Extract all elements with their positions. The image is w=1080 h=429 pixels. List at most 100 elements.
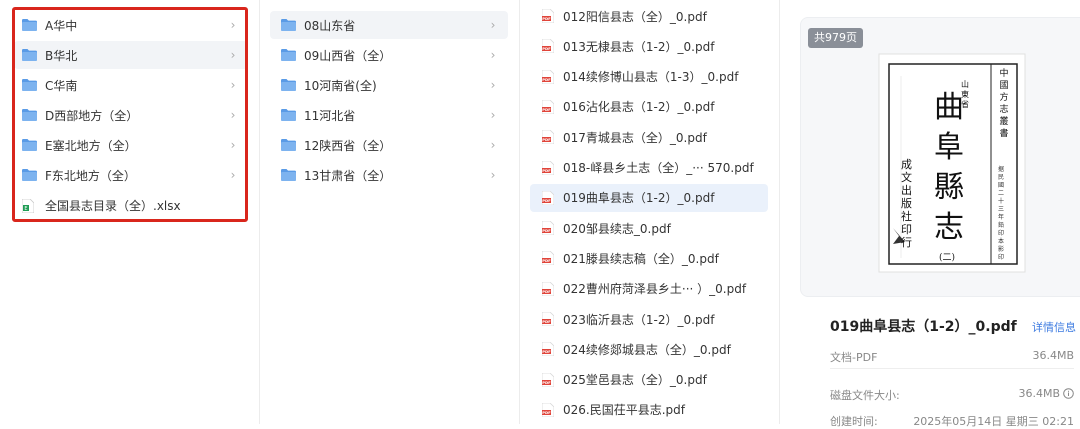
book-small-note: 据民國二十三年鉛印本影印	[998, 166, 1005, 261]
column-divider	[779, 0, 780, 424]
pdf-file-icon: PDF	[541, 69, 555, 84]
item-label: 014续修博山县志（1-3）_0.pdf	[563, 70, 739, 85]
svg-text:PDF: PDF	[542, 46, 551, 51]
book-series-text: 中國方志叢書	[999, 69, 1009, 139]
pdf-file-item[interactable]: PDF 023临沂县志（1-2）_0.pdf	[530, 305, 768, 333]
disk-size-value: 36.4MB	[1018, 387, 1060, 400]
folder-item[interactable]: C华南 ›	[14, 71, 248, 99]
chevron-right-icon: ›	[230, 108, 236, 122]
item-label: 019曲阜县志（1-2）_0.pdf	[563, 191, 715, 206]
excel-file-icon: E	[21, 198, 37, 214]
item-label: 08山东省	[304, 18, 356, 33]
svg-text:PDF: PDF	[542, 168, 551, 173]
item-label: 024续修郯城县志（全）_0.pdf	[563, 342, 731, 357]
column-files: PDF 012阳信县志（全）_0.pdf PDF 013无棣县志（1-2）_0.pdf…	[520, 0, 778, 424]
preview-card[interactable]: 共979页 中國方志叢書 据民國二十三年鉛印本影印 山東省 曲 阜 縣 志 (二…	[800, 17, 1080, 297]
book-title-char: 曲	[934, 90, 964, 125]
pdf-file-item[interactable]: PDF 019曲阜县志（1-2）_0.pdf	[530, 183, 768, 212]
svg-text:PDF: PDF	[542, 349, 551, 354]
item-label: 018-峄县乡土志（全）_··· 570.pdf	[563, 161, 754, 175]
folder-item[interactable]: 12陕西省（全） ›	[270, 131, 508, 159]
pdf-file-icon: PDF	[541, 129, 555, 145]
pdf-file-item[interactable]: PDF 018-峄县乡土志（全）_··· 570.pdf	[530, 154, 768, 182]
folder-item[interactable]: F东北地方（全） ›	[14, 161, 248, 189]
column-shandong-parent: 08山东省 › 09山西省（全） › 10河南省(全) › 11河北省 › 12陕西省（全） › 1…	[260, 0, 518, 424]
item-label: C华南	[45, 78, 78, 93]
pdf-file-item[interactable]: PDF 026.民国茌平县志.pdf	[530, 396, 768, 424]
info-icon[interactable]	[1063, 388, 1074, 399]
disk-size-value-wrap: 36.4MB	[1018, 387, 1074, 400]
pdf-file-item[interactable]: PDF 014续修博山县志（1-3）_0.pdf	[530, 63, 768, 91]
chevron-right-icon: ›	[230, 168, 236, 182]
folder-icon	[281, 49, 296, 61]
item-label: 021滕县续志稿（全）_0.pdf	[563, 251, 719, 266]
pdf-file-item[interactable]: PDF 021滕县续志稿（全）_0.pdf	[530, 244, 768, 272]
folder-item[interactable]: 08山东省 ›	[270, 11, 508, 39]
disk-size-label: 磁盘文件大小:	[830, 389, 900, 402]
folder-icon	[281, 139, 296, 151]
file-item-xlsx[interactable]: E 全国县志目录（全）.xlsx	[14, 191, 248, 219]
folder-item[interactable]: D西部地方（全） ›	[14, 101, 248, 129]
pdf-file-item[interactable]: PDF 017青城县志（全）_0.pdf	[530, 123, 768, 151]
file-type-size: 36.4MB	[1032, 349, 1074, 362]
file-title: 019曲阜县志（1-2）_0.pdf	[830, 319, 1017, 335]
folder-item[interactable]: 09山西省（全） ›	[270, 41, 508, 69]
item-label: A华中	[45, 18, 78, 33]
folder-item[interactable]: B华北 ›	[14, 41, 248, 69]
folder-icon	[281, 19, 296, 31]
chevron-right-icon: ›	[490, 78, 496, 92]
svg-text:PDF: PDF	[542, 16, 551, 21]
pdf-file-icon: PDF	[541, 38, 555, 54]
folder-item[interactable]: 10河南省(全) ›	[270, 71, 508, 99]
meta-separator	[830, 368, 1074, 369]
pdf-file-icon: PDF	[541, 250, 555, 266]
detail-info-link[interactable]: 详情信息	[1032, 319, 1076, 335]
svg-text:PDF: PDF	[542, 107, 551, 112]
chevron-right-icon: ›	[230, 18, 236, 32]
pdf-file-item[interactable]: PDF 016沾化县志（1-2）_0.pdf	[530, 93, 768, 121]
item-label: 025堂邑县志（全）_0.pdf	[563, 373, 707, 388]
svg-text:PDF: PDF	[542, 198, 551, 203]
svg-text:PDF: PDF	[542, 137, 551, 142]
chevron-right-icon: ›	[490, 18, 496, 32]
svg-text:PDF: PDF	[542, 410, 551, 415]
pdf-file-icon: PDF	[541, 220, 555, 236]
item-label: 09山西省（全）	[304, 48, 392, 63]
item-label: D西部地方（全）	[45, 108, 139, 123]
book-publisher: 成文出版社印行	[901, 158, 912, 249]
chevron-right-icon: ›	[490, 168, 496, 182]
book-title-char: 阜	[934, 130, 964, 165]
pdf-file-item[interactable]: PDF 022曹州府菏泽县乡土··· ）_0.pdf	[530, 275, 768, 303]
item-label: 012阳信县志（全）_0.pdf	[563, 9, 707, 24]
pdf-file-item[interactable]: PDF 020邹县续志_0.pdf	[530, 214, 768, 242]
svg-text:PDF: PDF	[542, 380, 551, 385]
folder-item[interactable]: A华中 ›	[14, 11, 248, 39]
folder-icon	[281, 79, 296, 91]
svg-text:PDF: PDF	[542, 77, 551, 82]
folder-icon	[281, 169, 296, 181]
pdf-file-icon: PDF	[541, 402, 555, 418]
pdf-file-item[interactable]: PDF 025堂邑县志（全）_0.pdf	[530, 366, 768, 394]
book-big-title: 曲 阜 縣 志	[933, 88, 965, 248]
folder-icon	[22, 139, 37, 151]
pdf-file-item[interactable]: PDF 024续修郯城县志（全）_0.pdf	[530, 335, 768, 363]
pdf-file-icon: PDF	[541, 341, 555, 357]
book-volume: (二)	[939, 253, 956, 263]
pdf-file-icon: PDF	[541, 372, 555, 387]
page-count-badge: 共979页	[808, 28, 863, 48]
svg-text:PDF: PDF	[542, 319, 551, 324]
item-label: 022曹州府菏泽县乡土··· ）_0.pdf	[563, 282, 747, 297]
pdf-file-item[interactable]: PDF 012阳信县志（全）_0.pdf	[530, 2, 768, 30]
folder-item[interactable]: 13甘肃省（全） ›	[270, 161, 508, 189]
svg-text:E: E	[24, 206, 27, 212]
pdf-file-icon: PDF	[541, 311, 555, 327]
folder-icon	[22, 109, 37, 121]
folder-item[interactable]: 11河北省 ›	[270, 101, 508, 129]
item-label: 10河南省(全)	[304, 78, 377, 93]
item-label: 13甘肃省（全）	[304, 168, 392, 183]
folder-item[interactable]: E塞北地方（全） ›	[14, 131, 248, 159]
pdf-file-item[interactable]: PDF 013无棣县志（1-2）_0.pdf	[530, 32, 768, 60]
svg-text:PDF: PDF	[542, 259, 551, 264]
pdf-file-icon: PDF	[541, 160, 555, 175]
item-label: F东北地方（全）	[45, 168, 136, 183]
